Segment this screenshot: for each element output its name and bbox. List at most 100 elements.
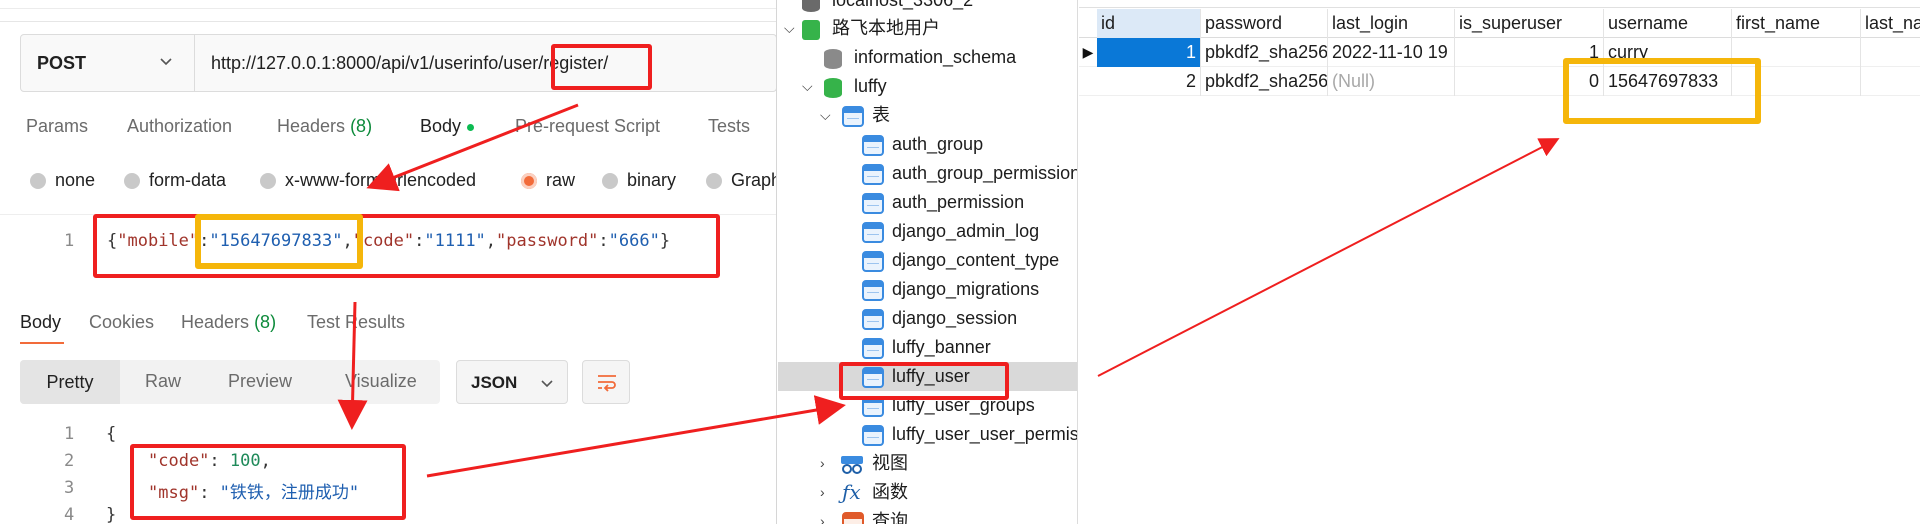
resp-tab-test-results[interactable]: Test Results — [307, 312, 405, 333]
comma: , — [342, 231, 353, 251]
cell-id[interactable]: 2 — [1097, 67, 1201, 96]
database-icon — [824, 49, 842, 69]
resp-tab-cookies[interactable]: Cookies — [89, 312, 154, 333]
tab-headers[interactable]: Headers (8) — [277, 116, 372, 137]
tree-item-table[interactable]: django_session — [778, 304, 1077, 333]
column-header-id[interactable]: id — [1097, 9, 1201, 38]
column-header-first-name[interactable]: first_name — [1732, 9, 1861, 38]
query-icon — [842, 512, 864, 524]
tree-item-functions[interactable]: › ƒx 函数 — [778, 478, 1077, 507]
cell-last-name[interactable] — [1861, 38, 1920, 67]
cell-last-login[interactable]: 2022-11-10 19 — [1328, 38, 1455, 67]
tab-body-label: Body — [420, 116, 462, 136]
value-code: "1111" — [424, 231, 486, 251]
tree-item-table[interactable]: luffy_banner — [778, 333, 1077, 362]
radio-urlencoded[interactable]: x-www-form-urlencoded — [260, 170, 476, 191]
column-header-last-login[interactable]: last_login — [1328, 9, 1455, 38]
radio-none[interactable]: none — [30, 170, 95, 191]
table-row[interactable]: 2 pbkdf2_sha256 (Null) 0 15647697833 — [1079, 67, 1920, 96]
table-icon — [862, 425, 884, 446]
table-icon — [862, 222, 884, 243]
method-select[interactable]: POST — [21, 35, 195, 91]
line-number: 1 — [64, 231, 75, 251]
column-header-username[interactable]: username — [1604, 9, 1732, 38]
resp-line-number: 4 — [64, 505, 75, 524]
tree-item-table[interactable]: django_admin_log — [778, 217, 1077, 246]
radio-raw[interactable]: raw — [521, 170, 575, 191]
tree-label: 路飞本地用户 — [832, 18, 940, 38]
tree-item-table[interactable]: luffy_user_groups — [778, 391, 1077, 420]
view-preview[interactable]: Preview — [228, 371, 292, 392]
tree-item-information-schema[interactable]: information_schema — [778, 43, 1077, 72]
tree-item-queries[interactable]: › 查询 — [778, 507, 1077, 524]
view-raw[interactable]: Raw — [145, 371, 181, 392]
row-indicator-icon: ▶ — [1082, 44, 1094, 60]
brace: { — [107, 231, 118, 251]
tab-tests[interactable]: Tests — [708, 116, 750, 137]
value-mobile: "15647697833" — [209, 231, 343, 251]
tree-item-views[interactable]: › 视图 — [778, 449, 1077, 478]
cell-first-name[interactable] — [1732, 67, 1861, 96]
cell-last-name[interactable] — [1861, 67, 1920, 96]
view-visualize[interactable]: Visualize — [345, 371, 417, 392]
cell-first-name[interactable] — [1732, 38, 1861, 67]
tab-params[interactable]: Params — [26, 116, 88, 137]
tab-body[interactable]: Body — [420, 116, 475, 137]
resp-tab-headers[interactable]: Headers (8) — [181, 312, 276, 333]
tree-label: auth_group — [892, 134, 984, 154]
column-header-password[interactable]: password — [1201, 9, 1328, 38]
radio-graphql[interactable]: Graph — [706, 170, 776, 191]
function-icon: ƒx — [842, 480, 861, 504]
database-icon — [824, 78, 842, 98]
cell-is-superuser[interactable]: 1 — [1455, 38, 1604, 67]
radio-none-label: none — [55, 170, 96, 190]
chevron-down-icon — [160, 58, 172, 66]
column-header-is-superuser[interactable]: is_superuser — [1455, 9, 1604, 38]
radio-binary[interactable]: binary — [602, 170, 676, 191]
tree-item-luffy[interactable]: ⌵ luffy — [778, 72, 1077, 101]
table-icon — [862, 251, 884, 272]
tree-item-table[interactable]: luffy_user_user_permissions — [778, 420, 1077, 449]
tab-pre-request-script[interactable]: Pre-request Script — [515, 116, 660, 137]
table-icon — [862, 338, 884, 359]
resp-open-brace: { — [106, 424, 117, 444]
grid-toolbar-edge — [1079, 0, 1920, 8]
table-row[interactable]: ▶ 1 pbkdf2_sha256 2022-11-10 19 1 curry — [1079, 38, 1920, 67]
tree-item-table[interactable]: django_migrations — [778, 275, 1077, 304]
cell-password[interactable]: pbkdf2_sha256 — [1201, 67, 1328, 96]
radio-form-data[interactable]: form-data — [124, 170, 226, 191]
cell-username[interactable]: curry — [1604, 38, 1732, 67]
view-pretty[interactable]: Pretty — [20, 360, 120, 404]
resp-msg-line: "msg": "铁铁，注册成功" — [148, 483, 360, 503]
column-header-last-name[interactable]: last_name — [1861, 9, 1920, 38]
value-password: "666" — [608, 231, 660, 251]
table-icon — [862, 396, 884, 417]
headers-count: (8) — [350, 116, 373, 136]
resp-tab-body[interactable]: Body — [20, 312, 61, 333]
tab-authorization[interactable]: Authorization — [127, 116, 232, 137]
tree-item-table[interactable]: django_content_type — [778, 246, 1077, 275]
connection-tree: localhost_3306_2 ⌵ 路飞本地用户 information_sc… — [778, 0, 1078, 524]
tree-item-table[interactable]: auth_group — [778, 130, 1077, 159]
tree-item-connection-1[interactable]: localhost_3306_2 — [778, 0, 1077, 15]
request-body-editor[interactable]: 1 {"mobile":"15647697833","code":"1111",… — [0, 214, 776, 274]
cell-password[interactable]: pbkdf2_sha256 — [1201, 38, 1328, 67]
cell-id[interactable]: 1 — [1097, 38, 1201, 67]
format-select[interactable]: JSON — [456, 360, 568, 404]
wrap-lines-button[interactable] — [582, 360, 630, 404]
tree-item-connection-2[interactable]: ⌵ 路飞本地用户 — [778, 14, 1077, 43]
chevron-down-icon — [541, 380, 553, 388]
resp-key-code: "code" — [148, 451, 210, 471]
tree-item-tables-folder[interactable]: ⌵ 表 — [778, 101, 1077, 130]
cell-last-login[interactable]: (Null) — [1328, 67, 1455, 96]
colon: : — [414, 231, 425, 251]
tree-item-table[interactable]: auth_group_permissions — [778, 159, 1077, 188]
tree-item-table-selected[interactable]: luffy_user — [778, 362, 1077, 391]
cell-is-superuser[interactable]: 0 — [1455, 67, 1604, 96]
radio-circle-icon — [260, 172, 276, 189]
colon: : — [199, 231, 210, 251]
cell-username[interactable]: 15647697833 — [1604, 67, 1732, 96]
chevron-right-icon: › — [820, 484, 825, 500]
url-input[interactable]: http://127.0.0.1:8000/api/v1/userinfo/us… — [211, 35, 608, 91]
tree-item-table[interactable]: auth_permission — [778, 188, 1077, 217]
